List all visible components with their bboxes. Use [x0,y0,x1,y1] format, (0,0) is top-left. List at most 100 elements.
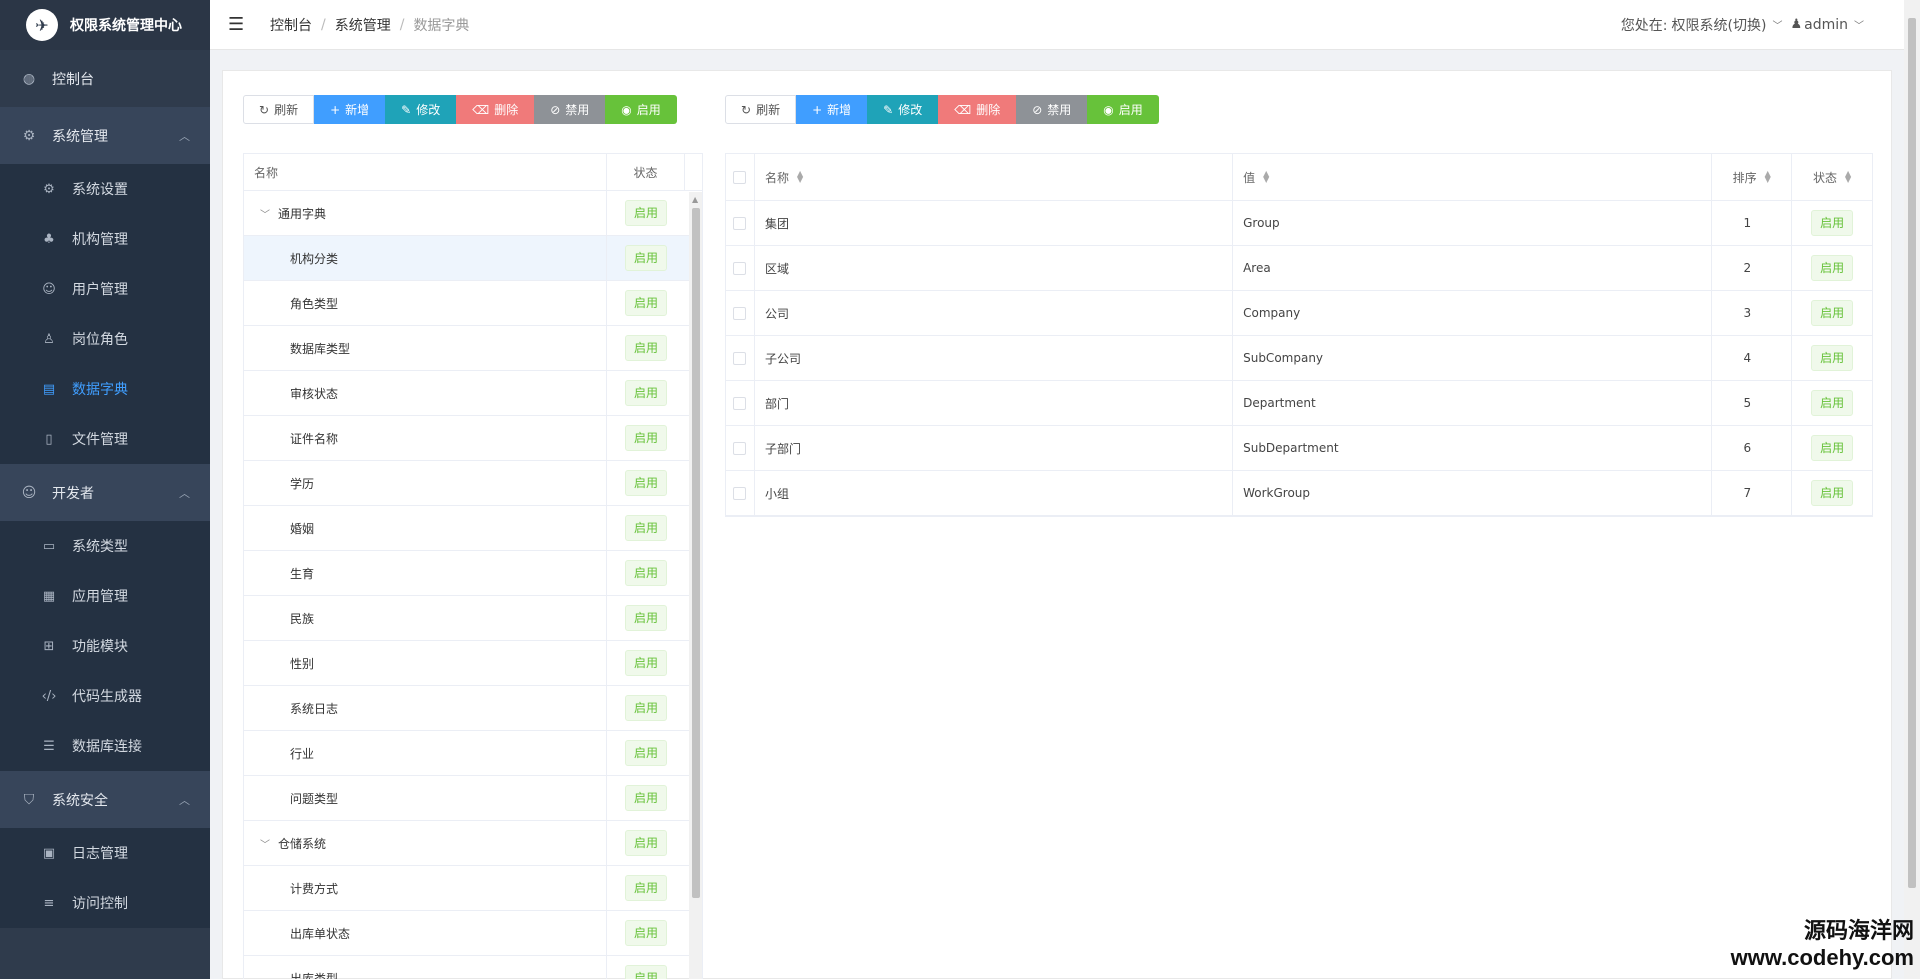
row-checkbox-cell [726,336,755,380]
chevron-down-icon[interactable]: ﹀ [260,206,270,221]
tree-row[interactable]: 婚姻 启用 [244,506,702,551]
tree-row[interactable]: 学历 启用 [244,461,702,506]
status-badge: 启用 [624,650,667,676]
chevron-down-icon[interactable]: ﹀ [1854,17,1864,32]
table-row[interactable]: 小组 WorkGroup 7 启用 [726,471,1872,516]
tree-row[interactable]: 出库单状态 启用 [244,911,702,956]
column-header-sort[interactable]: 排序 ▲ ▼ [1712,154,1793,200]
column-header-value[interactable]: 值 ▲ ▼ [1233,154,1713,200]
sidebar-item-org[interactable]: ♣ 机构管理 [0,214,210,264]
sort-icon[interactable]: ▲ ▼ [1845,170,1851,184]
tree-node-label: 性别 [290,656,315,671]
sort-icon[interactable]: ▲ ▼ [1765,170,1771,184]
sidebar-item-label: 访问控制 [72,896,128,912]
menu-toggle-icon[interactable]: ☰ [228,14,248,35]
tree-row[interactable]: 性别 启用 [244,641,702,686]
enable-button[interactable]: ◉ 启用 [605,95,677,124]
sort-icon[interactable]: ▲ ▼ [1263,170,1269,184]
tree-row[interactable]: 问题类型 启用 [244,776,702,821]
add-button[interactable]: + 新增 [796,95,868,124]
sidebar-item-roles[interactable]: ♙ 岗位角色 [0,314,210,364]
refresh-button[interactable]: ↻ 刷新 [243,95,315,124]
table-row[interactable]: 公司 Company 3 启用 [726,291,1872,336]
sidebar-group-developer[interactable]: ☺ 开发者 ︿ [0,464,210,521]
row-checkbox[interactable] [733,486,747,500]
table-row[interactable]: 子公司 SubCompany 4 启用 [726,336,1872,381]
system-switcher[interactable]: 权限系统(切换) [1672,15,1767,35]
tree-row[interactable]: 角色类型 启用 [244,281,702,326]
sidebar-item-system-types[interactable]: ▭ 系统类型 [0,521,210,571]
status-badge: 启用 [624,515,667,541]
tree-row[interactable]: 审核状态 启用 [244,371,702,416]
row-checkbox[interactable] [733,441,747,455]
scroll-up-icon[interactable]: ▲ [692,195,698,204]
tree-row[interactable]: 民族 启用 [244,596,702,641]
disable-button[interactable]: ⊘ 禁用 [1016,95,1088,124]
row-checkbox[interactable] [733,351,747,365]
table-row[interactable]: 子部门 SubDepartment 6 启用 [726,426,1872,471]
scrollbar-thumb[interactable] [1908,18,1916,888]
breadcrumb-item[interactable]: 控制台 [270,15,312,35]
page-scrollbar[interactable] [1904,0,1920,979]
edit-button[interactable]: ✎ 修改 [385,95,457,124]
refresh-button[interactable]: ↻ 刷新 [725,95,797,124]
sidebar-item-codegen[interactable]: ‹/› 代码生成器 [0,671,210,721]
user-menu[interactable]: admin [1804,17,1848,33]
cell-sort: 7 [1712,471,1793,515]
tree-row[interactable]: 出库类型 启用 [244,956,702,979]
sidebar-item-settings[interactable]: ⚙ 系统设置 [0,164,210,214]
tree-row[interactable]: ﹀ 仓储系统 启用 [244,821,702,866]
column-header-name[interactable]: 名称 ▲ ▼ [755,154,1234,200]
table-row[interactable]: 部门 Department 5 启用 [726,381,1872,426]
sidebar-item-logs[interactable]: ▣ 日志管理 [0,828,210,878]
edit-button[interactable]: ✎ 修改 [867,95,939,124]
sidebar-item-files[interactable]: ▯ 文件管理 [0,414,210,464]
tree-row[interactable]: 生育 启用 [244,551,702,596]
row-checkbox[interactable] [733,396,747,410]
cell-sort: 6 [1712,426,1793,470]
dictionary-items-table: 名称 ▲ ▼ 值 ▲ ▼ 排序 ▲ ▼ 状态 ▲ ▼ 集团 Group 1 启用 区域 Area 2 启用 公司… [725,153,1873,517]
table-row[interactable]: 集团 Group 1 启用 [726,201,1872,246]
sidebar-item-modules[interactable]: ⊞ 功能模块 [0,621,210,671]
cell-sort: 5 [1712,381,1793,425]
cell-status: 启用 [1792,381,1872,425]
tree-row[interactable]: 行业 启用 [244,731,702,776]
tree-row[interactable]: 计费方式 启用 [244,866,702,911]
sidebar-item-apps[interactable]: ▦ 应用管理 [0,571,210,621]
row-checkbox[interactable] [733,261,747,275]
row-checkbox[interactable] [733,306,747,320]
add-button[interactable]: + 新增 [314,95,386,124]
tree-scrollbar[interactable]: ▲ [689,192,702,979]
pencil-icon: ✎ [401,102,412,117]
plus-icon: + [812,102,823,117]
table-row[interactable]: 区域 Area 2 启用 [726,246,1872,291]
delete-button[interactable]: ⌫ 删除 [456,95,535,124]
delete-button[interactable]: ⌫ 删除 [938,95,1017,124]
row-checkbox-cell [726,426,755,470]
chevron-down-icon[interactable]: ﹀ [1772,17,1782,32]
sidebar-item-dictionary[interactable]: ▤ 数据字典 [0,364,210,414]
select-all-checkbox[interactable] [733,170,747,184]
breadcrumb-item[interactable]: 系统管理 [335,15,391,35]
column-header-status[interactable]: 状态 ▲ ▼ [1792,154,1872,200]
sort-icon[interactable]: ▲ ▼ [797,170,803,184]
sidebar-item-db[interactable]: ☰ 数据库连接 [0,721,210,771]
cell-name: 部门 [755,381,1234,425]
sidebar-group-system[interactable]: ⚙ 系统管理 ︿ [0,107,210,164]
chevron-down-icon[interactable]: ﹀ [260,836,270,851]
tree-row[interactable]: 机构分类 启用 [244,236,702,281]
disable-icon: ⊘ [1032,102,1043,117]
sidebar-item-dashboard[interactable]: ◍ 控制台 [0,50,210,107]
tree-row[interactable]: 证件名称 启用 [244,416,702,461]
enable-button[interactable]: ◉ 启用 [1087,95,1159,124]
tree-row[interactable]: 数据库类型 启用 [244,326,702,371]
sidebar-item-users[interactable]: ☺ 用户管理 [0,264,210,314]
disable-button[interactable]: ⊘ 禁用 [534,95,606,124]
sidebar-item-access[interactable]: ≡ 访问控制 [0,878,210,928]
button-label: 修改 [416,103,441,117]
tree-row[interactable]: 系统日志 启用 [244,686,702,731]
sidebar-group-security[interactable]: ⛉ 系统安全 ︿ [0,771,210,828]
scrollbar-thumb[interactable] [692,208,700,898]
tree-row[interactable]: ﹀ 通用字典 启用 [244,191,702,236]
row-checkbox[interactable] [733,216,747,230]
